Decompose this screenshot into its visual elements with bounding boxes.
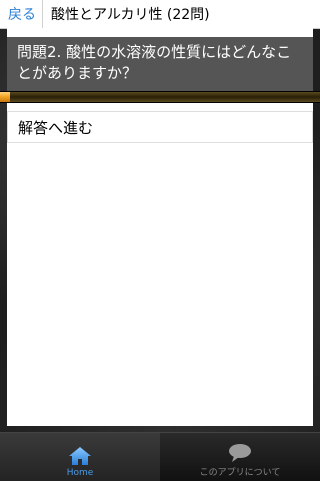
speech-bubble-icon — [229, 444, 251, 462]
tab-about-label: このアプリについて — [199, 468, 281, 478]
tab-bar: Home このアプリについて — [0, 432, 320, 481]
proceed-to-answer-button[interactable]: 解答へ進む — [7, 111, 313, 143]
home-icon — [69, 447, 91, 465]
tab-home[interactable]: Home — [0, 433, 160, 481]
tab-about[interactable]: このアプリについて — [160, 433, 320, 481]
question-text: 問題2. 酸性の水溶液の性質にはどんなことがありますか？ — [7, 37, 313, 91]
progress-fill — [0, 92, 10, 102]
page-title: 酸性とアルカリ性 (22問) — [51, 7, 210, 23]
tab-home-label: Home — [66, 468, 94, 478]
progress-bar — [0, 91, 320, 103]
back-button[interactable]: 戻る — [0, 0, 42, 28]
nav-header: 戻る 酸性とアルカリ性 (22問) — [0, 0, 320, 29]
